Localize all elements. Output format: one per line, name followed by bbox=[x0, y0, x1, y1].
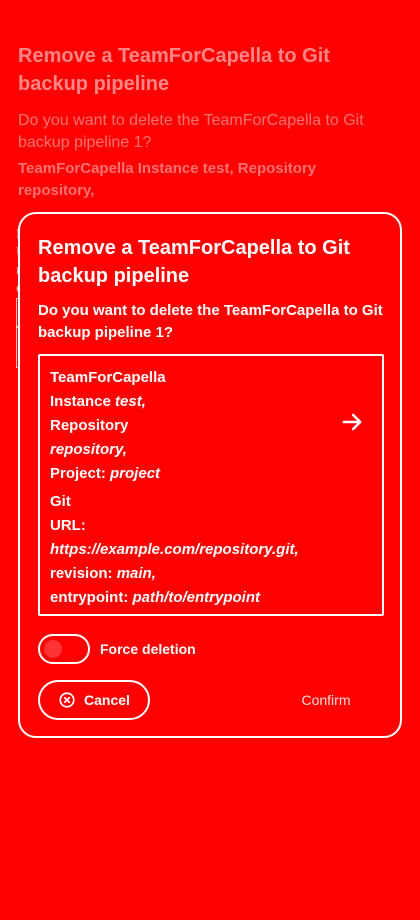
force-deletion-label: Force deletion bbox=[100, 641, 196, 657]
url-value: https://example.com/repository.git, bbox=[50, 541, 299, 558]
instance-value: test, bbox=[115, 393, 146, 410]
cancel-button-label: Cancel bbox=[84, 692, 130, 708]
repository-label: Repository bbox=[50, 417, 129, 434]
confirm-button-label: Confirm bbox=[301, 692, 351, 708]
project-label: Project: bbox=[50, 465, 111, 482]
cancel-circle-icon bbox=[58, 691, 76, 709]
background-title: Remove a TeamForCapella to Git backup pi… bbox=[18, 45, 330, 95]
project-value: project bbox=[110, 465, 161, 482]
background-repository-summary: TeamForCapella Instance test, Repository… bbox=[18, 160, 317, 199]
background-subtitle: Do you want to delete the TeamForCapella… bbox=[18, 112, 364, 151]
url-label: URL: bbox=[50, 517, 86, 534]
force-deletion-row[interactable]: Force deletion bbox=[38, 632, 196, 666]
revision-label: revision: bbox=[50, 565, 117, 582]
dialog-actions: Cancel Confirm bbox=[38, 680, 384, 722]
arrow-right-icon[interactable] bbox=[338, 408, 366, 436]
entrypoint-value: path/to/entrypoint bbox=[132, 589, 261, 606]
cancel-button[interactable]: Cancel bbox=[38, 680, 150, 720]
pipeline-details-card: TeamForCapella Instance test, Repository… bbox=[38, 354, 384, 616]
revision-value: main, bbox=[116, 565, 156, 582]
entrypoint-label: entrypoint: bbox=[50, 589, 133, 606]
repository-value: repository, bbox=[50, 441, 127, 458]
force-deletion-toggle[interactable] bbox=[38, 634, 90, 664]
t4c-heading: TeamForCapella bbox=[50, 369, 166, 386]
dialog-title: Remove a TeamForCapella to Git backup pi… bbox=[38, 237, 350, 287]
dialog-question: Do you want to delete the TeamForCapella… bbox=[38, 302, 383, 341]
instance-label: Instance bbox=[50, 393, 116, 410]
git-heading: Git bbox=[50, 493, 71, 510]
confirm-button[interactable]: Confirm bbox=[268, 680, 384, 720]
remove-backup-pipeline-dialog[interactable]: Remove a TeamForCapella to Git backup pi… bbox=[18, 212, 402, 738]
